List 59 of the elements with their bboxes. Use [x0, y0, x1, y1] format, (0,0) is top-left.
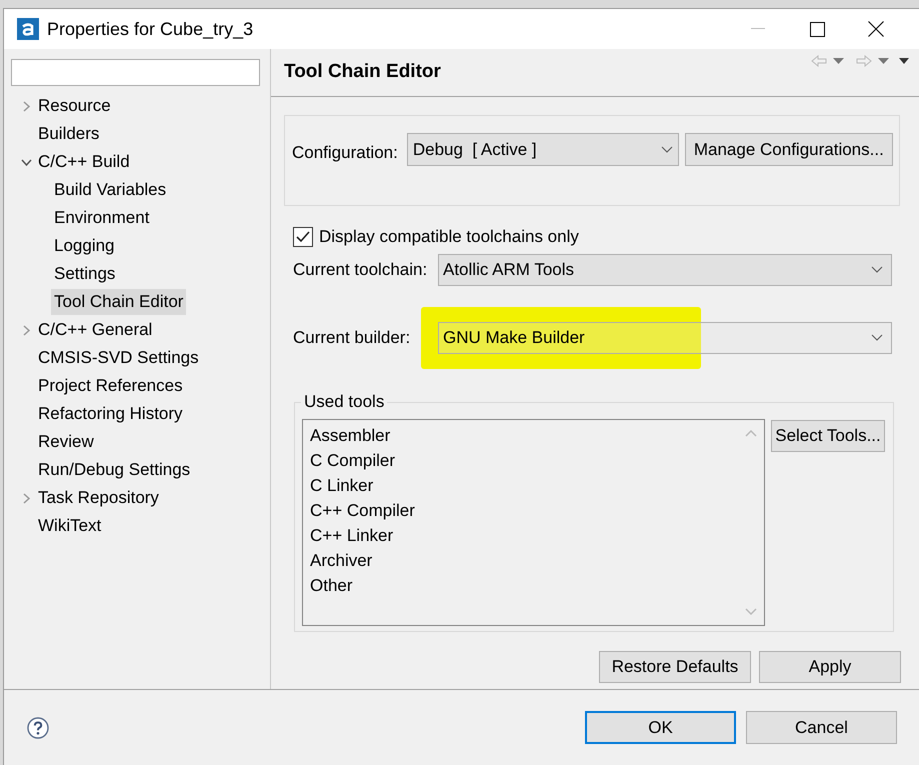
apply-button[interactable]: Apply — [759, 650, 901, 682]
minimize-icon — [751, 28, 765, 30]
ok-button[interactable]: OK — [585, 711, 736, 744]
dropdown-arrow-icon[interactable] — [878, 58, 889, 64]
manage-configurations-button[interactable]: Manage Configurations... — [684, 133, 893, 166]
help-icon[interactable] — [27, 716, 49, 738]
chevron-down-icon[interactable] — [21, 156, 32, 168]
tree-item[interactable]: Environment — [51, 205, 152, 231]
tree-item[interactable]: Review — [35, 429, 97, 455]
tree-item[interactable]: WikiText — [35, 513, 104, 539]
tree-item[interactable]: Task Repository — [35, 485, 162, 511]
list-item[interactable]: C++ Compiler — [310, 498, 738, 522]
tree-item[interactable]: Tool Chain Editor — [51, 289, 186, 315]
restore-defaults-button[interactable]: Restore Defaults — [599, 650, 751, 682]
tree-item[interactable]: Resource — [35, 93, 114, 119]
tree-item[interactable]: CMSIS-SVD Settings — [35, 345, 202, 371]
forward-arrow-icon[interactable] — [856, 55, 872, 67]
tree-item[interactable]: C/C++ Build — [35, 149, 133, 175]
cancel-button[interactable]: Cancel — [746, 711, 897, 744]
builder-dropdown[interactable]: GNU Make Builder — [438, 322, 892, 354]
page-title: Tool Chain Editor — [284, 60, 441, 84]
back-arrow-icon[interactable] — [811, 55, 827, 67]
chevron-up-icon[interactable] — [745, 430, 757, 436]
builder-label: Current builder: — [293, 326, 412, 349]
configuration-dropdown[interactable]: Debug [ Active ] — [406, 133, 679, 166]
chevron-down-icon — [871, 266, 883, 273]
checkbox[interactable] — [293, 226, 313, 247]
tree-item[interactable]: Settings — [51, 261, 118, 287]
configuration-label: Configuration: — [292, 142, 398, 164]
filter-field[interactable] — [11, 59, 260, 86]
window-title: Properties for Cube_try_3 — [47, 18, 254, 41]
list-item[interactable]: C Compiler — [310, 448, 738, 472]
tree-item[interactable]: Logging — [51, 233, 118, 259]
close-icon — [868, 21, 884, 37]
tree-item[interactable]: Builders — [35, 121, 102, 147]
tree-item[interactable]: Build Variables — [51, 177, 170, 203]
tree-item[interactable]: Run/Debug Settings — [35, 457, 194, 483]
toolchain-label: Current toolchain: — [293, 258, 428, 281]
chevron-right-icon[interactable] — [21, 492, 32, 504]
dropdown-arrow-icon[interactable] — [833, 58, 844, 64]
checkmark-icon — [296, 230, 310, 243]
list-item[interactable]: Other — [310, 572, 738, 598]
chevron-down-icon — [660, 146, 673, 153]
chevron-right-icon[interactable] — [21, 100, 32, 112]
list-item[interactable]: Archiver — [310, 548, 738, 572]
tree-item[interactable]: C/C++ General — [35, 317, 156, 343]
list-item[interactable]: C++ Linker — [310, 522, 738, 548]
chevron-right-icon[interactable] — [21, 324, 32, 336]
list-item[interactable]: C Linker — [310, 472, 738, 498]
maximize-icon — [810, 22, 824, 36]
chevron-down-icon — [871, 334, 883, 341]
select-tools-button[interactable]: Select Tools... — [771, 420, 885, 452]
list-item[interactable]: Assembler — [310, 422, 738, 448]
checkbox-label: Display compatible toolchains only — [319, 226, 579, 248]
app-logo-icon — [17, 18, 39, 40]
view-menu-icon[interactable] — [899, 58, 909, 64]
toolchain-dropdown[interactable]: Atollic ARM Tools — [438, 254, 892, 286]
tree-item[interactable]: Project References — [35, 373, 186, 399]
tree-item[interactable]: Refactoring History — [35, 401, 186, 427]
